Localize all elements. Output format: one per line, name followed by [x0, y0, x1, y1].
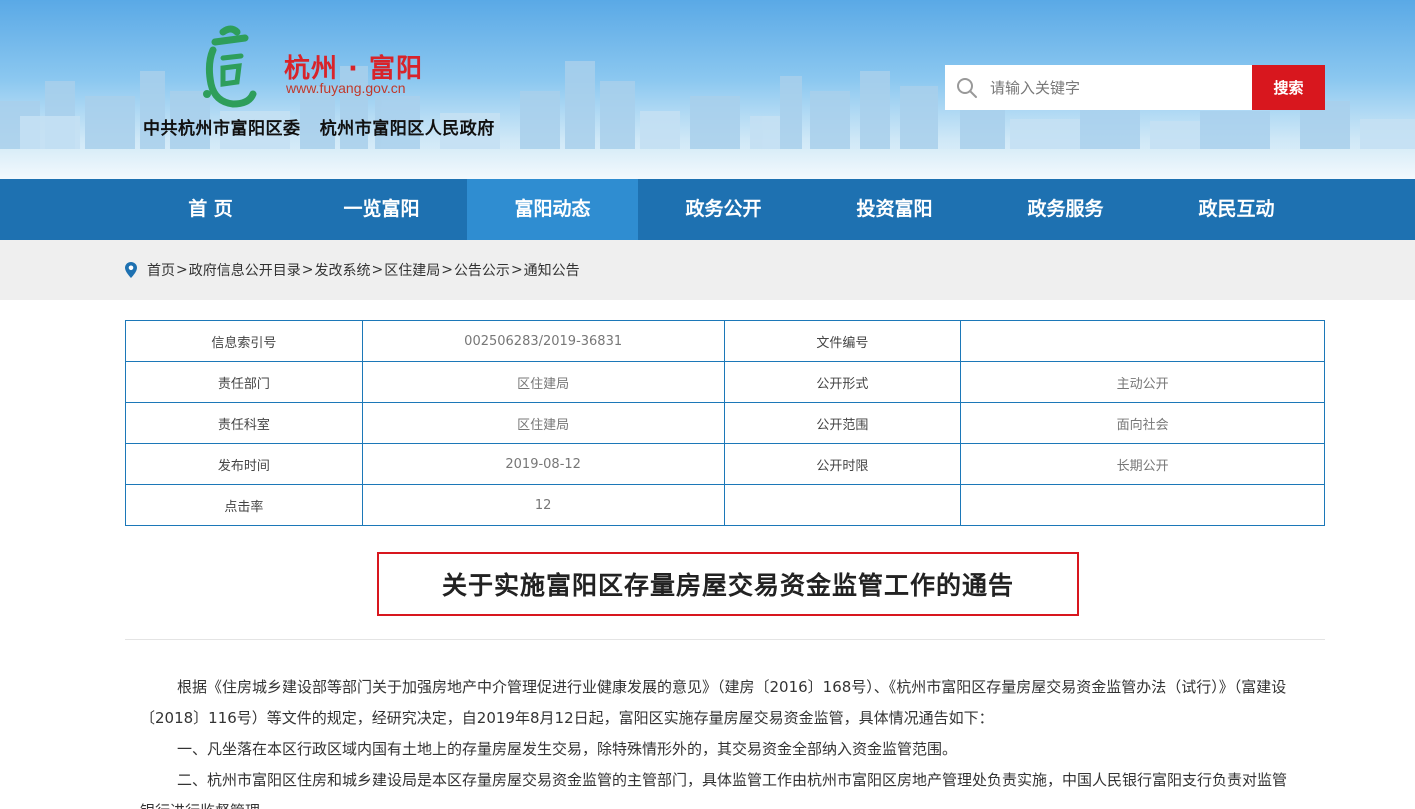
info-value-publish-date: 2019-08-12: [361, 443, 725, 485]
info-value-section: 区住建局: [361, 402, 725, 444]
article-body: 根据《住房城乡建设部等部门关于加强房地产中介管理促进行业健康发展的意见》（建房〔…: [140, 672, 1300, 809]
nav-item-news[interactable]: 富阳动态: [467, 179, 638, 240]
info-label-disclosure-form: 公开形式: [723, 361, 962, 403]
fuyang-logo-icon: [203, 25, 257, 108]
breadcrumb: 首页 > 政府信息公开目录 > 发改系统 > 区住建局 > 公告公示 > 通知公告: [125, 240, 580, 300]
table-row: 信息索引号 002506283/2019-36831 文件编号: [125, 320, 1325, 362]
info-label-index: 信息索引号: [125, 320, 363, 362]
site-organization: 中共杭州市富阳区委 杭州市富阳区人民政府: [143, 119, 495, 139]
breadcrumb-gov-info-catalog[interactable]: 政府信息公开目录: [189, 260, 301, 280]
river-band: [0, 149, 1415, 179]
breadcrumb-separator: >: [371, 262, 384, 278]
info-label-disclosure-period: 公开时限: [723, 443, 962, 485]
site-header: 杭州 · 富阳 www.fuyang.gov.cn 中共杭州市富阳区委 杭州市富…: [0, 0, 1415, 179]
main-nav: 首 页 一览富阳 富阳动态 政务公开 投资富阳 政务服务 政民互动: [0, 179, 1415, 240]
nav-item-interaction[interactable]: 政民互动: [1151, 179, 1322, 240]
document-info-table: 信息索引号 002506283/2019-36831 文件编号 责任部门 区住建…: [125, 320, 1325, 526]
nav-item-services[interactable]: 政务服务: [980, 179, 1151, 240]
breadcrumb-separator: >: [301, 262, 314, 278]
article-title: 关于实施富阳区存量房屋交易资金监管工作的通告: [441, 571, 1014, 600]
breadcrumb-announcements[interactable]: 公告公示: [454, 260, 510, 280]
breadcrumb-home[interactable]: 首页: [147, 260, 175, 280]
info-value-hits: 12: [361, 484, 725, 526]
info-label-section: 责任科室: [125, 402, 363, 444]
nav-item-home[interactable]: 首 页: [125, 179, 296, 240]
info-value-index: 002506283/2019-36831: [361, 320, 725, 362]
article-paragraph: 根据《住房城乡建设部等部门关于加强房地产中介管理促进行业健康发展的意见》（建房〔…: [140, 678, 1287, 727]
info-value-department: 区住建局: [361, 361, 725, 403]
table-row: 发布时间 2019-08-12 公开时限 长期公开: [125, 443, 1325, 485]
nav-item-investment[interactable]: 投资富阳: [809, 179, 980, 240]
info-label-doc-number: 文件编号: [723, 320, 962, 362]
breadcrumb-development-reform[interactable]: 发改系统: [314, 260, 370, 280]
breadcrumb-notices[interactable]: 通知公告: [524, 260, 580, 280]
search-input[interactable]: [990, 74, 1245, 102]
search-bar: 搜索: [945, 65, 1325, 110]
table-row: 责任科室 区住建局 公开范围 面向社会: [125, 402, 1325, 444]
info-label-hits: 点击率: [125, 484, 363, 526]
info-value-doc-number: [960, 320, 1325, 362]
nav-item-overview[interactable]: 一览富阳: [296, 179, 467, 240]
location-pin-icon: [125, 262, 137, 278]
info-value-disclosure-period: 长期公开: [960, 443, 1325, 485]
info-label-publish-date: 发布时间: [125, 443, 363, 485]
article-paragraph: 二、杭州市富阳区住房和城乡建设局是本区存量房屋交易资金监管的主管部门，具体监管工…: [140, 771, 1288, 809]
table-row: 责任部门 区住建局 公开形式 主动公开: [125, 361, 1325, 403]
breadcrumb-separator: >: [441, 262, 453, 278]
info-empty-cell: [723, 484, 962, 526]
search-button[interactable]: 搜索: [1252, 65, 1325, 110]
article-title-box: 关于实施富阳区存量房屋交易资金监管工作的通告: [377, 552, 1079, 616]
search-box: [945, 65, 1252, 110]
title-divider: [125, 639, 1325, 640]
breadcrumb-housing-bureau[interactable]: 区住建局: [384, 260, 440, 280]
info-label-disclosure-scope: 公开范围: [723, 402, 962, 444]
nav-item-gov-affairs[interactable]: 政务公开: [638, 179, 809, 240]
info-value-disclosure-form: 主动公开: [960, 361, 1325, 403]
info-value-disclosure-scope: 面向社会: [960, 402, 1325, 444]
info-empty-cell: [960, 484, 1325, 526]
article-paragraph: 一、凡坐落在本区行政区域内国有土地上的存量房屋发生交易，除特殊情形外的，其交易资…: [177, 740, 958, 758]
breadcrumb-bar: 首页 > 政府信息公开目录 > 发改系统 > 区住建局 > 公告公示 > 通知公告: [0, 240, 1415, 300]
table-row: 点击率 12: [125, 484, 1325, 526]
search-icon: [957, 78, 977, 98]
breadcrumb-separator: >: [176, 262, 188, 278]
breadcrumb-separator: >: [510, 262, 523, 278]
site-url[interactable]: www.fuyang.gov.cn: [286, 80, 406, 96]
info-label-department: 责任部门: [125, 361, 363, 403]
